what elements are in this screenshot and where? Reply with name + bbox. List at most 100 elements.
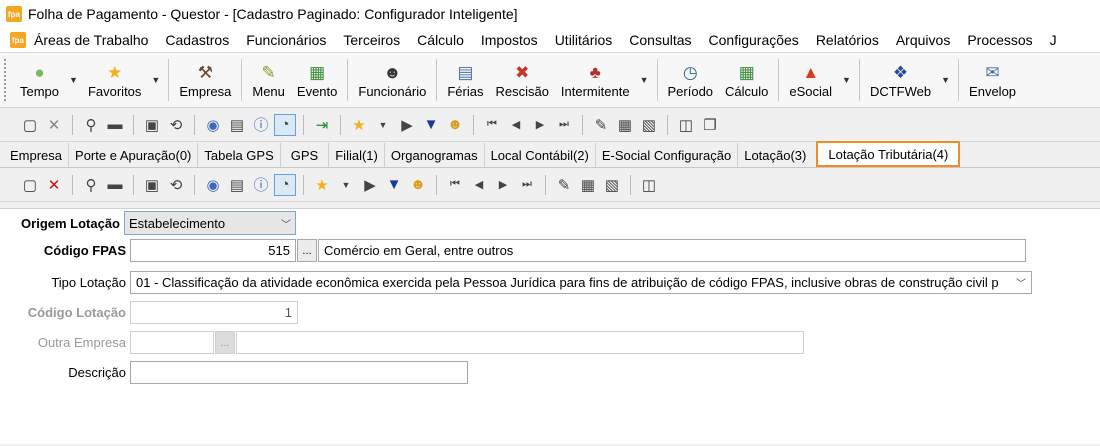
tab-organogramas[interactable]: Organogramas [385, 143, 485, 167]
outra-empresa-code-input[interactable] [130, 331, 214, 354]
menu-cadastros[interactable]: Cadastros [165, 32, 229, 48]
evento-button[interactable]: ▦ Evento [291, 53, 343, 107]
tab-empresa[interactable]: Empresa [4, 143, 70, 167]
next-record-icon[interactable]: ▶ [492, 174, 514, 196]
emoji-icon[interactable]: ☻ [407, 174, 429, 196]
save-icon[interactable]: ▣ [141, 114, 163, 136]
rescisao-button[interactable]: ✖ Rescisão [489, 53, 554, 107]
dctfweb-button[interactable]: ❖ DCTFWeb [864, 53, 937, 107]
tab-tabela-gps[interactable]: Tabela GPS [198, 143, 281, 167]
funcionario-button[interactable]: ☻ Funcionário [352, 53, 432, 107]
tempo-dropdown-icon[interactable]: ▼ [69, 75, 78, 85]
envelope-button[interactable]: ✉ Envelop [963, 53, 1022, 107]
toolbar-grip[interactable] [4, 59, 10, 101]
filter-icon[interactable]: ▼ [420, 114, 442, 136]
favorite-star-icon[interactable]: ★ [311, 174, 333, 196]
tempo-button[interactable]: ● Tempo [14, 53, 65, 107]
menu-funcionarios[interactable]: Funcionários [246, 32, 326, 48]
dropdown-arrow-icon[interactable]: ▼ [372, 114, 394, 136]
favoritos-dropdown-icon[interactable]: ▼ [151, 75, 160, 85]
fpas-lookup-button[interactable]: ... [297, 239, 317, 262]
intermitente-button[interactable]: ♣ Intermitente [555, 53, 636, 107]
list-icon[interactable]: ▤ [226, 174, 248, 196]
ferias-button[interactable]: ▤ Férias [441, 53, 489, 107]
calculo-button[interactable]: ▦ Cálculo [719, 53, 774, 107]
tab-gps[interactable]: GPS [281, 143, 330, 167]
last-record-icon[interactable]: ⏭ [516, 174, 538, 196]
report-icon[interactable]: ▦ [577, 174, 599, 196]
preview-icon[interactable]: ◫ [638, 174, 660, 196]
list-icon[interactable]: ▤ [226, 114, 248, 136]
globe-icon[interactable]: ◉ [202, 114, 224, 136]
save-icon[interactable]: ▣ [141, 174, 163, 196]
menu-configuracoes[interactable]: Configurações [709, 32, 799, 48]
menu-processos[interactable]: Processos [967, 32, 1032, 48]
report-icon[interactable]: ▦ [614, 114, 636, 136]
tipo-lotacao-select[interactable]: 01 - Classificação da atividade econômic… [130, 271, 1032, 294]
filter-icon[interactable]: ▼ [383, 174, 405, 196]
preview-icon[interactable]: ◫ [675, 114, 697, 136]
emoji-icon[interactable]: ☻ [444, 114, 466, 136]
descricao-input[interactable] [130, 361, 468, 384]
menu-calculo[interactable]: Cálculo [417, 32, 464, 48]
app-logo-icon[interactable]: fpa [10, 32, 26, 48]
export-icon[interactable]: ▧ [638, 114, 660, 136]
favoritos-button[interactable]: ★ Favoritos [82, 53, 147, 107]
codigo-fpas-input[interactable]: 515 [130, 239, 296, 262]
dctfweb-dropdown-icon[interactable]: ▼ [941, 75, 950, 85]
forward-icon[interactable]: ▶ [396, 114, 418, 136]
next-record-icon[interactable]: ▶ [529, 114, 551, 136]
menu-areas-trabalho[interactable]: Áreas de Trabalho [34, 32, 148, 48]
menu-utilitarios[interactable]: Utilitários [555, 32, 613, 48]
menu-relatorios[interactable]: Relatórios [816, 32, 879, 48]
menu-arquivos[interactable]: Arquivos [896, 32, 950, 48]
search-icon[interactable]: ⚲ [80, 174, 102, 196]
forward-icon[interactable]: ▶ [359, 174, 381, 196]
last-record-icon[interactable]: ⏭ [553, 114, 575, 136]
empresa-button[interactable]: ⚒ Empresa [173, 53, 237, 107]
tab-filial[interactable]: Filial(1) [329, 143, 385, 167]
delete-icon[interactable]: ✕ [43, 174, 65, 196]
search-icon[interactable]: ⚲ [80, 114, 102, 136]
tab-porte-apuracao[interactable]: Porte e Apuração(0) [69, 143, 199, 167]
prev-record-icon[interactable]: ◀ [468, 174, 490, 196]
print-icon[interactable]: ▬ [104, 114, 126, 136]
first-record-icon[interactable]: ⏮ [444, 174, 466, 196]
print-icon[interactable]: ▬ [104, 174, 126, 196]
new-icon[interactable]: ▢ [19, 174, 41, 196]
esocial-dropdown-icon[interactable]: ▼ [842, 75, 851, 85]
intermitente-dropdown-icon[interactable]: ▼ [640, 75, 649, 85]
edit-icon[interactable]: ✎ [590, 114, 612, 136]
refresh-icon[interactable]: ⟲ [165, 174, 187, 196]
menu-terceiros[interactable]: Terceiros [343, 32, 400, 48]
refresh-icon[interactable]: ⟲ [165, 114, 187, 136]
tab-lotacao-tributaria[interactable]: Lotação Tributária(4) [816, 141, 961, 167]
info-icon[interactable]: ⓘ [250, 174, 272, 196]
dropdown-arrow-icon[interactable]: ▼ [335, 174, 357, 196]
favorite-star-icon[interactable]: ★ [348, 114, 370, 136]
exit-icon[interactable]: ⇥ [311, 114, 333, 136]
globe-icon[interactable]: ◉ [202, 174, 224, 196]
menu-impostos[interactable]: Impostos [481, 32, 538, 48]
tab-local-contabil[interactable]: Local Contábil(2) [485, 143, 596, 167]
delete-icon[interactable]: ✕ [43, 114, 65, 136]
timer-icon[interactable]: ◔ [274, 113, 296, 136]
export-icon[interactable]: ▧ [601, 174, 623, 196]
prev-record-icon[interactable]: ◀ [505, 114, 527, 136]
tab-lotacao[interactable]: Lotação(3) [738, 143, 812, 167]
menu-button[interactable]: ✎ Menu [246, 53, 291, 107]
edit-icon[interactable]: ✎ [553, 174, 575, 196]
info-icon[interactable]: ⓘ [250, 114, 272, 136]
codigo-lotacao-input[interactable]: 1 [130, 301, 298, 324]
outra-empresa-lookup-button[interactable]: ... [215, 331, 235, 354]
copy-icon[interactable]: ❐ [699, 114, 721, 136]
periodo-button[interactable]: ◷ Período [662, 53, 720, 107]
first-record-icon[interactable]: ⏮ [481, 114, 503, 136]
tab-esocial-configuracao[interactable]: E-Social Configuração [596, 143, 739, 167]
timer-icon[interactable]: ◔ [274, 173, 296, 196]
menu-j[interactable]: J [1050, 32, 1057, 48]
new-icon[interactable]: ▢ [19, 114, 41, 136]
origem-lotacao-select[interactable]: Estabelecimento ﹀ [124, 211, 296, 235]
esocial-button[interactable]: ▲ eSocial [783, 53, 838, 107]
menu-consultas[interactable]: Consultas [629, 32, 691, 48]
